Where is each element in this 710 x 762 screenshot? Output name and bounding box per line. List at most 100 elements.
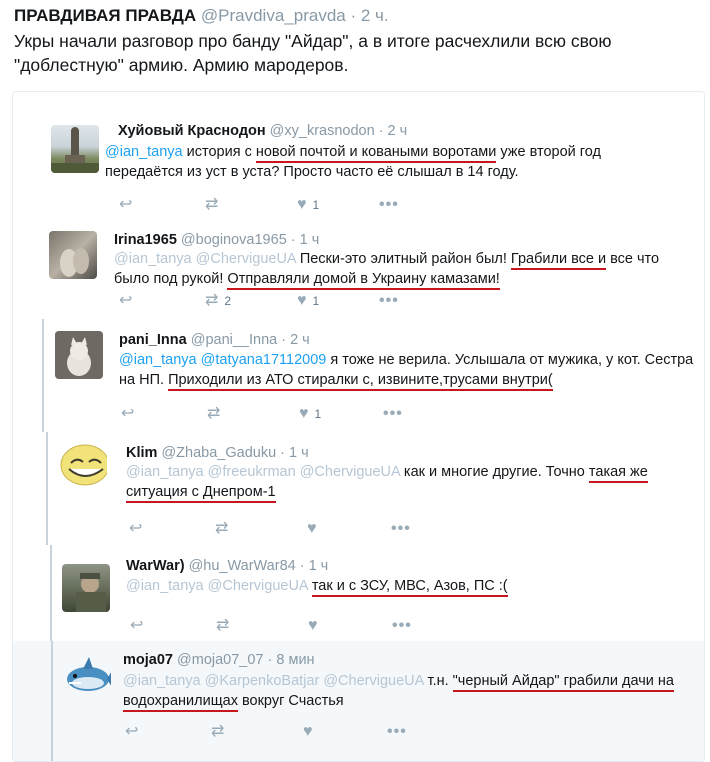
heart-icon[interactable]: ♥ [308,617,318,635]
more-icon[interactable]: ••• [391,520,411,538]
main-author-name[interactable]: ПРАВДИВАЯ ПРАВДА [14,6,196,25]
tweet-header: Klim @Zhaba_Gaduku · 1 ч [126,444,309,462]
like-button[interactable]: ♥ 1 [299,405,321,423]
replies-screenshot: Хуйовый Краснодон @xy_krasnodon · 2 ч @i… [12,91,705,762]
avatar[interactable] [55,331,103,379]
heart-icon: ♥ [297,292,307,309]
tweet-time[interactable]: · 1 ч [300,558,329,574]
tweet-time[interactable]: · 2 ч [379,123,408,139]
reply-tweet: pani_Inna @pani__Inna · 2 ч @ian_tanya @… [13,319,704,433]
main-tweet: ПРАВДИВАЯ ПРАВДА @Pravdiva_pravda · 2 ч.… [14,4,704,77]
reply-icon[interactable]: ↩ [125,723,138,741]
tweet-actions: ↩ ⇄ ♥ ••• [125,723,425,741]
tweet-text: @ian_tanya @tatyana17112009 я тоже не ве… [119,350,694,391]
thread-line [42,319,44,432]
person-icon [60,248,89,277]
underlined-text: Грабили все и [510,251,607,270]
heart-icon[interactable]: ♥ [303,723,313,741]
underlined-text: так и с ЗСУ, МВС, Азов, ПС :( [311,578,508,597]
underlined-text: новой почтой и коваными воротами [255,144,497,163]
like-count: 1 [314,407,322,421]
author-name[interactable]: Irina1965 [114,232,177,248]
avatar[interactable] [51,125,99,173]
tweet-actions: ↩ ⇄ ♥ 1 ••• [119,196,419,214]
author-name[interactable]: Хуйовый Краснодон [118,123,266,139]
retweet-icon[interactable]: ⇄ [215,520,228,538]
mention[interactable]: @ian_tanya @KarpenkoBatjar @ChervigueUA [123,673,424,689]
tweet-header: moja07 @moja07_07 · 8 мин [123,651,315,669]
tweet-header: WarWar) @hu_WarWar84 · 1 ч [126,557,328,575]
mention[interactable]: @ian_tanya @ChervigueUA [114,251,296,267]
tweet-text: @ian_tanya история с новой почтой и кова… [105,144,601,180]
author-name[interactable]: Klim [126,445,157,461]
author-handle[interactable]: @xy_krasnodon [270,123,375,139]
like-button[interactable]: ♥ 1 [297,196,319,214]
troll-face-icon [60,444,107,486]
reply-icon[interactable]: ↩ [119,196,132,214]
tweet-header: pani_Inna @pani__Inna · 2 ч [119,331,310,349]
tweet-text: @ian_tanya @ChervigueUA так и с ЗСУ, МВС… [126,576,691,597]
thread-line [46,432,48,545]
retweet-icon[interactable]: ⇄ [205,196,218,214]
retweet-count: 2 [224,294,232,308]
tweet-actions: ↩ ⇄ ♥ ••• [130,617,430,635]
tweet-text: @ian_tanya @freeukrman @ChervigueUA как … [126,462,691,503]
mention[interactable]: @ian_tanya @ChervigueUA [126,578,308,594]
main-tweet-time[interactable]: 2 ч. [361,6,389,25]
retweet-button[interactable]: ⇄ 2 [205,292,231,310]
tweet-text: @ian_tanya @ChervigueUA Пески-это элитны… [114,249,694,290]
main-tweet-header: ПРАВДИВАЯ ПРАВДА @Pravdiva_pravda · 2 ч. [14,4,704,28]
author-handle[interactable]: @pani__Inna [191,332,277,348]
reply-tweet: Irina1965 @boginova1965 · 1 ч @ian_tanya… [13,222,704,320]
like-button[interactable]: ♥ 1 [297,292,319,310]
author-handle[interactable]: @boginova1965 [181,232,287,248]
more-icon[interactable]: ••• [379,196,399,214]
heart-icon[interactable]: ♥ [307,520,317,538]
heart-icon: ♥ [299,405,309,422]
reply-tweet: WarWar) @hu_WarWar84 · 1 ч @ian_tanya @C… [13,545,704,642]
heart-icon: ♥ [297,196,307,213]
retweet-icon: ⇄ [205,292,219,309]
reply-icon[interactable]: ↩ [130,617,143,635]
author-name[interactable]: WarWar) [126,558,185,574]
author-handle[interactable]: @hu_WarWar84 [189,558,296,574]
more-icon[interactable]: ••• [392,617,412,635]
retweet-icon[interactable]: ⇄ [211,723,224,741]
avatar[interactable] [59,441,107,489]
author-handle[interactable]: @moja07_07 [177,652,263,668]
shark-icon [67,657,111,691]
author-handle[interactable]: @Zhaba_Gaduku [161,445,276,461]
tweet-time[interactable]: · 8 мин [268,652,315,668]
tweet-time[interactable]: · 1 ч [291,232,320,248]
reply-icon[interactable]: ↩ [119,292,132,310]
avatar[interactable] [62,564,110,612]
more-icon[interactable]: ••• [383,405,403,423]
author-name[interactable]: pani_Inna [119,332,187,348]
reply-icon[interactable]: ↩ [129,520,142,538]
author-name[interactable]: moja07 [123,652,173,668]
thread-line [51,641,53,761]
reply-icon[interactable]: ↩ [121,405,134,423]
mention[interactable]: @ian_tanya @tatyana17112009 [119,352,326,368]
reply-tweet: Klim @Zhaba_Gaduku · 1 ч @ian_tanya @fre… [13,432,704,546]
more-icon[interactable]: ••• [379,292,399,310]
monument-icon [51,127,99,173]
reply-tweet: Хуйовый Краснодон @xy_krasnodon · 2 ч @i… [13,92,704,223]
main-author-handle[interactable]: @Pravdiva_pravda [201,6,346,25]
main-tweet-text: Укры начали разговор про банду "Айдар", … [14,31,612,75]
retweet-icon[interactable]: ⇄ [216,617,229,635]
tweet-actions: ↩ ⇄ 2 ♥ 1 ••• [119,292,419,310]
tweet-actions: ↩ ⇄ ♥ 1 ••• [121,405,421,423]
tweet-time[interactable]: · 2 ч [281,332,310,348]
underlined-text: Приходили из АТО стиралки с, извините,тр… [168,372,553,391]
cat-icon [55,331,103,379]
retweet-icon[interactable]: ⇄ [207,405,220,423]
thread-line [50,545,52,641]
more-icon[interactable]: ••• [387,723,407,741]
mention[interactable]: @ian_tanya @freeukrman @ChervigueUA [126,464,400,480]
mention[interactable]: @ian_tanya [105,144,183,160]
tweet-time[interactable]: · 1 ч [280,445,309,461]
like-count: 1 [312,294,320,308]
avatar[interactable] [49,231,97,279]
avatar[interactable] [63,653,111,701]
